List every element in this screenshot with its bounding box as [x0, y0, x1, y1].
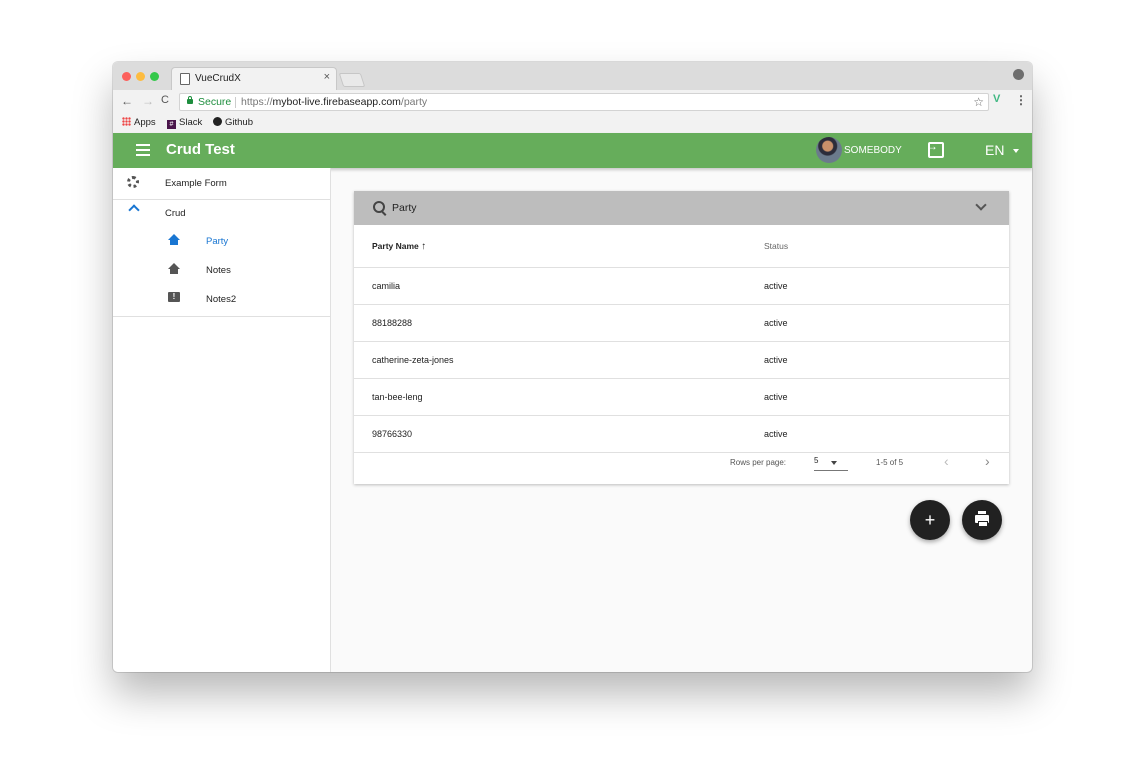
github-icon	[213, 117, 222, 126]
sidebar-item-party[interactable]: Party	[113, 226, 330, 255]
feedback-icon: !	[168, 292, 180, 302]
table-footer: Rows per page: 5 1-5 of 5 ‹ ›	[354, 443, 1009, 483]
caret-down-icon[interactable]	[1013, 149, 1019, 153]
caret-down-icon[interactable]	[831, 461, 837, 465]
cell-party-name: tan-bee-leng	[354, 378, 763, 416]
sidebar-item-notes2[interactable]: ! Notes2	[113, 284, 330, 313]
column-header-party-name[interactable]: Party Name ↑	[354, 225, 763, 268]
next-page-button[interactable]: ›	[985, 453, 990, 469]
prev-page-button[interactable]: ‹	[944, 453, 949, 469]
sort-arrow-icon[interactable]: ↑	[421, 241, 426, 252]
print-icon	[975, 511, 989, 527]
bookmark-slack[interactable]: # Slack	[167, 117, 202, 129]
bookmarks-bar: Apps # Slack Github	[113, 114, 1032, 134]
slack-icon: #	[167, 120, 176, 129]
tab-title: VueCrudX	[195, 73, 241, 84]
hamburger-menu-icon[interactable]	[136, 144, 150, 156]
table-row[interactable]: 88188288 active	[354, 304, 1009, 342]
page-icon	[180, 73, 190, 85]
search-icon	[373, 201, 385, 213]
bookmark-star-icon[interactable]: ☆	[973, 94, 984, 110]
minimize-window-button[interactable]	[136, 72, 145, 81]
forward-button[interactable]: →	[142, 94, 154, 108]
maximize-window-button[interactable]	[150, 72, 159, 81]
logout-icon[interactable]	[926, 139, 944, 158]
bookmark-github[interactable]: Github	[213, 117, 253, 128]
rows-per-page-label: Rows per page:	[730, 458, 787, 467]
browser-tab[interactable]: VueCrudX ×	[171, 67, 337, 90]
sidebar-item-label: Party	[206, 236, 229, 247]
browser-toolbar: ← → C Secure https://mybot-live.firebase…	[113, 90, 1032, 114]
lock-icon	[187, 96, 193, 104]
print-button[interactable]	[962, 500, 1002, 540]
bookmark-apps[interactable]: Apps	[122, 117, 156, 128]
back-button[interactable]: ←	[121, 94, 133, 108]
url-text: https://mybot-live.firebaseapp.com/party	[241, 96, 428, 108]
pagination-range: 1-5 of 5	[876, 458, 904, 467]
table-row[interactable]: catherine-zeta-jones active	[354, 341, 1009, 379]
divider	[113, 316, 330, 317]
app-bar: Crud Test SOMEBODY EN	[113, 133, 1032, 168]
column-header-status[interactable]: Status	[763, 225, 1009, 268]
data-table-card: Party Party Name ↑ Status camilia active …	[354, 191, 1009, 484]
tab-strip: VueCrudX ×	[113, 62, 1032, 90]
chevron-up-icon	[128, 204, 140, 216]
table-header-row: Party Name ↑ Status	[354, 225, 1009, 268]
browser-window: VueCrudX × ← → C Secure https://mybot-li…	[113, 62, 1032, 672]
apps-grid-icon	[122, 117, 131, 126]
address-bar[interactable]: Secure https://mybot-live.firebaseapp.co…	[179, 93, 989, 111]
add-button[interactable]: +	[910, 500, 950, 540]
home-icon	[168, 263, 180, 274]
table-row[interactable]: tan-bee-leng active	[354, 378, 1009, 416]
table-row[interactable]: camilia active	[354, 267, 1009, 305]
sidebar-item-label: Notes2	[206, 294, 237, 305]
cell-party-name: camilia	[354, 267, 763, 305]
home-icon	[168, 234, 180, 245]
new-tab-button[interactable]	[338, 73, 366, 87]
cell-status: active	[763, 267, 1009, 305]
chevron-down-icon[interactable]	[975, 199, 987, 211]
sidebar-item-notes[interactable]: Notes	[113, 255, 330, 284]
browser-menu-icon[interactable]: ⋮	[1015, 93, 1027, 107]
avatar[interactable]	[816, 137, 842, 163]
gear-icon	[127, 176, 139, 188]
close-window-button[interactable]	[122, 72, 131, 81]
app-title: Crud Test	[166, 141, 235, 158]
cell-party-name: 88188288	[354, 304, 763, 342]
filter-panel-header[interactable]: Party	[354, 191, 1009, 225]
sidebar-item-label: Notes	[206, 265, 231, 276]
sidebar-group-crud[interactable]: Crud	[113, 198, 330, 227]
sidebar-item-label: Example Form	[165, 178, 227, 189]
data-table: Party Name ↑ Status camilia active 881882…	[354, 225, 1009, 453]
language-select[interactable]: EN	[985, 142, 1004, 158]
profile-icon[interactable]	[1013, 69, 1024, 80]
filter-label: Party	[392, 202, 417, 214]
cell-party-name: catherine-zeta-jones	[354, 341, 763, 379]
sidebar: Example Form Crud Party Notes ! Notes2	[113, 168, 331, 672]
user-name[interactable]: SOMEBODY	[844, 145, 902, 156]
sidebar-item-label: Crud	[165, 208, 186, 219]
vue-devtools-icon[interactable]: V	[993, 93, 1000, 105]
secure-label: Secure	[198, 96, 232, 108]
tab-close-icon[interactable]: ×	[324, 71, 330, 83]
reload-button[interactable]: C	[161, 94, 169, 106]
cell-status: active	[763, 341, 1009, 379]
sidebar-item-example-form[interactable]: Example Form	[113, 168, 330, 197]
cell-status: active	[763, 378, 1009, 416]
cell-status: active	[763, 304, 1009, 342]
divider	[235, 97, 236, 108]
